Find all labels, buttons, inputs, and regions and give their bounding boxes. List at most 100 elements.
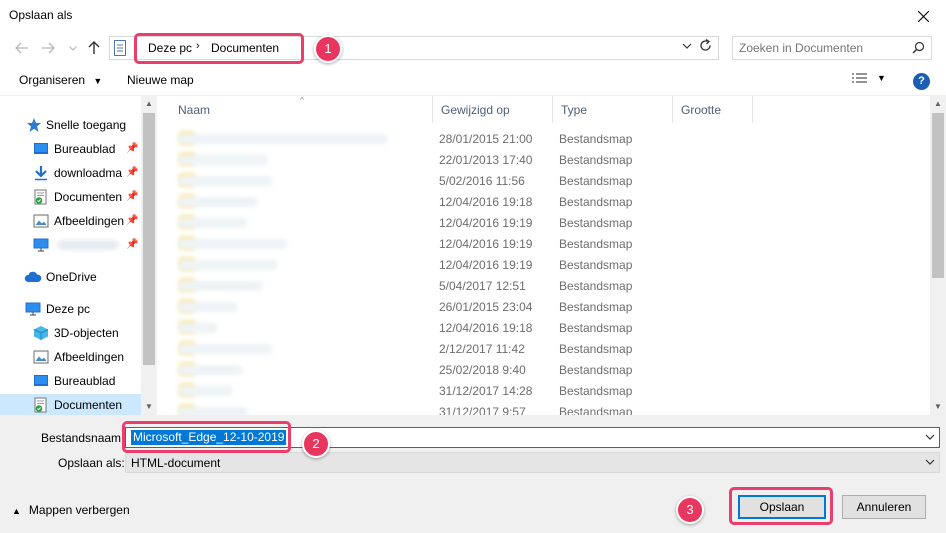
callout-badge-2: 2 (302, 430, 330, 458)
new-folder-button[interactable]: Nieuwe map (127, 73, 194, 87)
blurred-file-name (178, 386, 233, 396)
sidebar-item-pictures[interactable]: Afbeeldingen (0, 346, 141, 368)
file-row[interactable]: 12/04/2016 19:18 Bestandsmap (157, 317, 930, 338)
close-button[interactable] (900, 0, 946, 32)
organize-button[interactable]: Organiseren ▼ (19, 73, 102, 87)
documents-icon (33, 189, 49, 205)
sidebar-item-label: Afbeeldingen (54, 214, 124, 228)
column-header-modified[interactable]: Gewijzigd op (433, 96, 553, 123)
file-row[interactable]: 22/01/2013 17:40 Bestandsmap (157, 149, 930, 170)
file-row[interactable]: 12/04/2016 19:18 Bestandsmap (157, 191, 930, 212)
sidebar-item-blurred-pinned[interactable]: 📌 (0, 234, 141, 256)
file-list: ^ Naam Gewijzigd op Type Grootte 28/01/2… (157, 96, 930, 415)
blurred-file-name (178, 239, 288, 249)
sidebar-item-label: Bureaublad (54, 374, 116, 388)
hide-folders-button[interactable]: ▲ Mappen verbergen (12, 503, 130, 517)
file-row[interactable]: 12/04/2016 19:19 Bestandsmap (157, 254, 930, 275)
file-row[interactable]: 12/04/2016 19:19 Bestandsmap (157, 212, 930, 233)
sidebar-item-desktop[interactable]: Bureaublad (0, 370, 141, 392)
file-date: 28/01/2015 21:00 (439, 132, 533, 146)
file-row[interactable]: 5/02/2016 11:56 Bestandsmap (157, 170, 930, 191)
sidebar-item-documents-pinned[interactable]: Documenten 📌 (0, 186, 141, 208)
desktop-icon (33, 373, 49, 389)
file-row[interactable]: 2/12/2017 11:42 Bestandsmap (157, 338, 930, 359)
refresh-button[interactable] (696, 38, 714, 57)
blurred-file-name (178, 176, 273, 186)
arrow-left-icon (15, 42, 28, 54)
sidebar-item-3d-objects[interactable]: 3D-objecten (0, 322, 141, 344)
blurred-file-name (178, 218, 248, 228)
file-type: Bestandsmap (559, 300, 633, 314)
scroll-down-icon[interactable]: ▼ (141, 399, 157, 415)
blurred-file-name (178, 155, 268, 165)
up-button[interactable] (86, 40, 102, 56)
command-toolbar: Organiseren ▼ Nieuwe map ▼ (0, 64, 946, 96)
chevron-down-icon[interactable] (925, 457, 935, 467)
column-header-label: Naam (178, 103, 211, 117)
caret-down-icon: ▼ (93, 76, 103, 86)
file-date: 26/01/2015 23:04 (439, 300, 533, 314)
column-header-name[interactable]: Naam (170, 96, 433, 123)
sidebar-item-this-pc[interactable]: Deze pc (0, 298, 141, 320)
details-view-icon (852, 73, 867, 83)
back-button[interactable] (14, 40, 30, 56)
file-row[interactable]: 5/04/2017 12:51 Bestandsmap (157, 275, 930, 296)
sidebar-item-downloads-pinned[interactable]: downloadma 📌 (0, 162, 141, 184)
scrollbar-thumb[interactable] (932, 113, 944, 278)
sidebar-item-desktop-pinned[interactable]: Bureaublad 📌 (0, 138, 141, 160)
scroll-up-icon[interactable]: ▲ (930, 96, 946, 112)
search-box[interactable] (732, 36, 932, 60)
search-input[interactable] (739, 40, 899, 56)
pin-icon: 📌 (126, 215, 139, 226)
pin-icon: 📌 (126, 143, 139, 154)
file-row[interactable]: 31/12/2017 14:28 Bestandsmap (157, 380, 930, 401)
scroll-up-icon[interactable]: ▲ (141, 96, 157, 112)
sidebar-scrollbar[interactable]: ▲ ▼ (141, 96, 157, 415)
view-options-button[interactable] (851, 72, 869, 89)
sidebar-item-quick-access[interactable]: Snelle toegang (0, 114, 141, 136)
forward-button[interactable] (40, 40, 56, 56)
file-row[interactable]: 31/12/2017 9:57 Bestandsmap (157, 401, 930, 415)
blurred-file-name (178, 302, 238, 312)
sidebar-item-pictures-pinned[interactable]: Afbeeldingen 📌 (0, 210, 141, 232)
computer-icon (25, 301, 41, 317)
file-date: 22/01/2013 17:40 (439, 153, 533, 167)
download-icon (33, 165, 49, 181)
file-row[interactable]: 25/02/2018 9:40 Bestandsmap (157, 359, 930, 380)
sidebar-item-documents[interactable]: Documenten (0, 394, 141, 415)
scrollbar-thumb[interactable] (143, 113, 155, 365)
file-row[interactable]: 28/01/2015 21:00 Bestandsmap (157, 128, 930, 149)
help-button[interactable]: ? (913, 73, 930, 90)
cancel-button[interactable]: Annuleren (842, 495, 926, 519)
refresh-icon (699, 38, 711, 51)
documents-icon (33, 397, 49, 413)
sidebar-item-label: Snelle toegang (46, 118, 127, 132)
callout-highlight-filename (122, 421, 291, 453)
scroll-down-icon[interactable]: ▼ (930, 399, 946, 415)
filename-label: Bestandsnaam: (41, 431, 125, 445)
file-type: Bestandsmap (559, 321, 633, 335)
file-row[interactable]: 26/01/2015 23:04 Bestandsmap (157, 296, 930, 317)
chevron-down-icon[interactable] (925, 432, 935, 442)
search-icon[interactable] (912, 41, 925, 57)
column-header-type[interactable]: Type (553, 96, 673, 123)
file-type: Bestandsmap (559, 174, 633, 188)
file-row[interactable]: 12/04/2016 19:19 Bestandsmap (157, 233, 930, 254)
file-date: 25/02/2018 9:40 (439, 363, 526, 377)
file-type: Bestandsmap (559, 258, 633, 272)
pin-icon: 📌 (126, 191, 139, 202)
file-date: 12/04/2016 19:19 (439, 216, 533, 230)
view-dropdown-icon[interactable]: ▼ (877, 73, 886, 83)
file-date: 31/12/2017 9:57 (439, 405, 526, 415)
blurred-file-name (178, 365, 243, 375)
address-dropdown-icon[interactable] (682, 41, 692, 52)
file-list-scrollbar[interactable]: ▲ ▼ (930, 96, 946, 415)
blurred-file-name (178, 323, 218, 333)
file-type: Bestandsmap (559, 216, 633, 230)
blurred-file-name (178, 281, 263, 291)
save-type-select[interactable]: HTML-document (125, 452, 940, 473)
sidebar-item-onedrive[interactable]: OneDrive (0, 266, 141, 288)
column-header-size[interactable]: Grootte (673, 96, 753, 123)
cube-icon (33, 325, 49, 341)
recent-locations-button[interactable] (65, 40, 81, 56)
